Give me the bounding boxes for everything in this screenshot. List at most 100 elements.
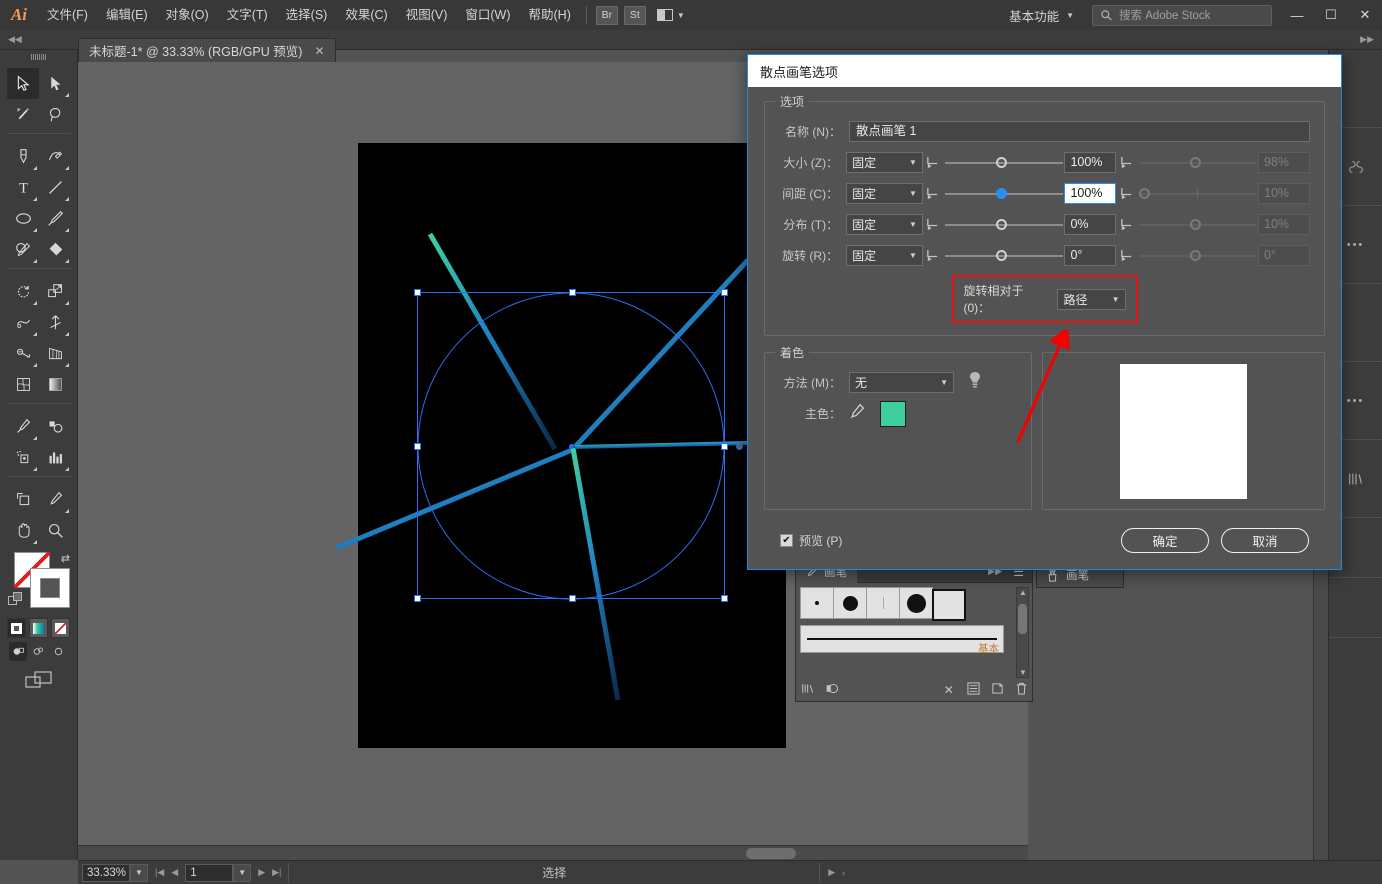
shaper-tool[interactable]: [7, 234, 39, 265]
status-collapse-icon[interactable]: ‹: [842, 868, 845, 878]
ellipse-tool[interactable]: [7, 203, 39, 234]
menu-select[interactable]: 选择(S): [277, 0, 337, 30]
spacing-random-input[interactable]: 10%: [1258, 183, 1310, 204]
size-random-input[interactable]: 98%: [1258, 152, 1310, 173]
spacing-mode-select[interactable]: 固定 ▼: [846, 183, 923, 204]
gradient-mode-button[interactable]: [29, 618, 48, 638]
menu-view[interactable]: 视图(V): [397, 0, 457, 30]
transform-center-point[interactable]: [569, 444, 574, 449]
resize-handle-w[interactable]: [414, 443, 421, 450]
direct-selection-tool[interactable]: [39, 68, 71, 99]
resize-handle-nw[interactable]: [414, 289, 421, 296]
resize-handle-e[interactable]: [721, 443, 728, 450]
scatter-value-input[interactable]: 0%: [1064, 214, 1116, 235]
resize-handle-s[interactable]: [569, 595, 576, 602]
symbol-sprayer-tool[interactable]: [7, 442, 39, 473]
dock-section-extra-2[interactable]: [1329, 578, 1382, 638]
libraries-panel-icon[interactable]: [820, 682, 844, 698]
size-value-input[interactable]: 100%: [1064, 152, 1116, 173]
scatter-mode-select[interactable]: 固定 ▼: [846, 214, 923, 235]
pen-tool[interactable]: [7, 141, 39, 172]
full-screen-menu-mode-button[interactable]: [29, 642, 47, 661]
column-graph-tool[interactable]: [39, 442, 71, 473]
scale-tool[interactable]: [39, 276, 71, 307]
ok-button[interactable]: 确定: [1121, 528, 1209, 553]
rotation-value-input[interactable]: 0°: [1064, 245, 1116, 266]
new-brush-icon[interactable]: [985, 682, 1009, 698]
stock-search-input[interactable]: 搜索 Adobe Stock: [1092, 5, 1272, 26]
rotation-slider[interactable]: [945, 246, 1057, 266]
zoom-level-dropdown[interactable]: ▼: [130, 864, 148, 882]
artboard-number-input[interactable]: 1: [185, 864, 233, 882]
rotation-random-slider[interactable]: [1139, 246, 1251, 266]
rotation-random-input[interactable]: 0°: [1258, 245, 1310, 266]
more-options-icon[interactable]: •••: [1347, 239, 1365, 251]
tip-icon[interactable]: [968, 371, 982, 394]
brush-name-input[interactable]: 散点画笔 1: [849, 121, 1310, 142]
magic-wand-tool[interactable]: [7, 99, 39, 130]
selection-tool[interactable]: [7, 68, 39, 99]
shape-builder-tool[interactable]: [7, 338, 39, 369]
bridge-button[interactable]: Br: [596, 6, 618, 25]
scroll-down-icon[interactable]: ▼: [1019, 668, 1027, 677]
scatter-brush-options-dialog[interactable]: 散点画笔选项 选项 名称 (N)： 散点画笔 1 大小 (Z)： 固定 ▼: [747, 54, 1342, 570]
lasso-tool[interactable]: [39, 99, 71, 130]
swap-fill-stroke-icon[interactable]: ⇄: [61, 552, 70, 565]
rotation-mode-select[interactable]: 固定 ▼: [846, 245, 923, 266]
scatter-random-input[interactable]: 10%: [1258, 214, 1310, 235]
canvas-horizontal-scrollbar[interactable]: [78, 845, 1028, 860]
stock-button[interactable]: St: [624, 6, 646, 25]
arrange-documents-button[interactable]: ▼: [657, 9, 685, 21]
spacing-slider[interactable]: [945, 184, 1057, 204]
perspective-grid-tool[interactable]: [39, 338, 71, 369]
brush-thumbnail[interactable]: [833, 587, 867, 619]
maximize-button[interactable]: ☐: [1314, 0, 1348, 30]
eraser-tool[interactable]: [39, 234, 71, 265]
type-tool[interactable]: T: [7, 172, 39, 203]
collapse-right-icon[interactable]: ▶▶: [1360, 34, 1374, 45]
menu-edit[interactable]: 编辑(E): [97, 0, 157, 30]
close-icon[interactable]: ✕: [314, 44, 324, 58]
curvature-tool[interactable]: [39, 141, 71, 172]
menu-effect[interactable]: 效果(C): [336, 0, 396, 30]
default-fill-stroke-icon[interactable]: [8, 592, 23, 607]
paintbrush-tool[interactable]: [39, 203, 71, 234]
artboard-tool[interactable]: [7, 484, 39, 515]
menu-object[interactable]: 对象(O): [157, 0, 218, 30]
basic-brush-row[interactable]: 基本: [800, 625, 1004, 653]
brush-thumbnail[interactable]: [866, 587, 900, 619]
mesh-tool[interactable]: [7, 369, 39, 400]
collapse-left-icon[interactable]: ◀◀: [8, 34, 22, 45]
remove-brush-stroke-icon[interactable]: ✕: [937, 683, 961, 697]
zoom-level-input[interactable]: 33.33%: [82, 864, 130, 882]
workspace-switcher[interactable]: 基本功能 ▼: [999, 6, 1084, 25]
brush-thumbnail-selected[interactable]: [932, 589, 966, 621]
first-artboard-icon[interactable]: |◀: [155, 867, 164, 878]
status-menu-icon[interactable]: ▶: [828, 867, 835, 878]
delete-brush-icon[interactable]: [1010, 682, 1034, 699]
eyedropper-tool[interactable]: [7, 411, 39, 442]
brushes-panel-scrollbar[interactable]: ▲ ▼: [1016, 587, 1029, 678]
hand-tool[interactable]: [7, 515, 39, 546]
next-artboard-icon[interactable]: ▶: [258, 867, 265, 878]
line-segment-tool[interactable]: [39, 172, 71, 203]
slice-tool[interactable]: [39, 484, 71, 515]
rotate-handle[interactable]: [736, 443, 743, 450]
scatter-random-slider[interactable]: [1139, 215, 1251, 235]
rotate-tool[interactable]: [7, 276, 39, 307]
brushes-panel[interactable]: 画笔 ▶▶ ☰: [795, 560, 1033, 702]
brush-thumbnail[interactable]: [800, 587, 834, 619]
scatter-slider[interactable]: [945, 215, 1057, 235]
key-color-swatch[interactable]: [880, 401, 906, 427]
document-tab[interactable]: 未标题-1* @ 33.33% (RGB/GPU 预览) ✕: [78, 38, 336, 62]
preview-checkbox[interactable]: ✔ 预览 (P): [780, 532, 842, 549]
last-artboard-icon[interactable]: ▶|: [272, 867, 281, 878]
minimize-button[interactable]: —: [1280, 0, 1314, 30]
scrollbar-thumb[interactable]: [746, 848, 796, 859]
more-options-icon[interactable]: •••: [1347, 395, 1365, 407]
none-mode-button[interactable]: [51, 618, 70, 638]
eyedropper-icon[interactable]: [849, 403, 866, 425]
colorization-method-select[interactable]: 无 ▼: [849, 372, 954, 393]
size-slider[interactable]: [945, 153, 1057, 173]
resize-handle-ne[interactable]: [721, 289, 728, 296]
